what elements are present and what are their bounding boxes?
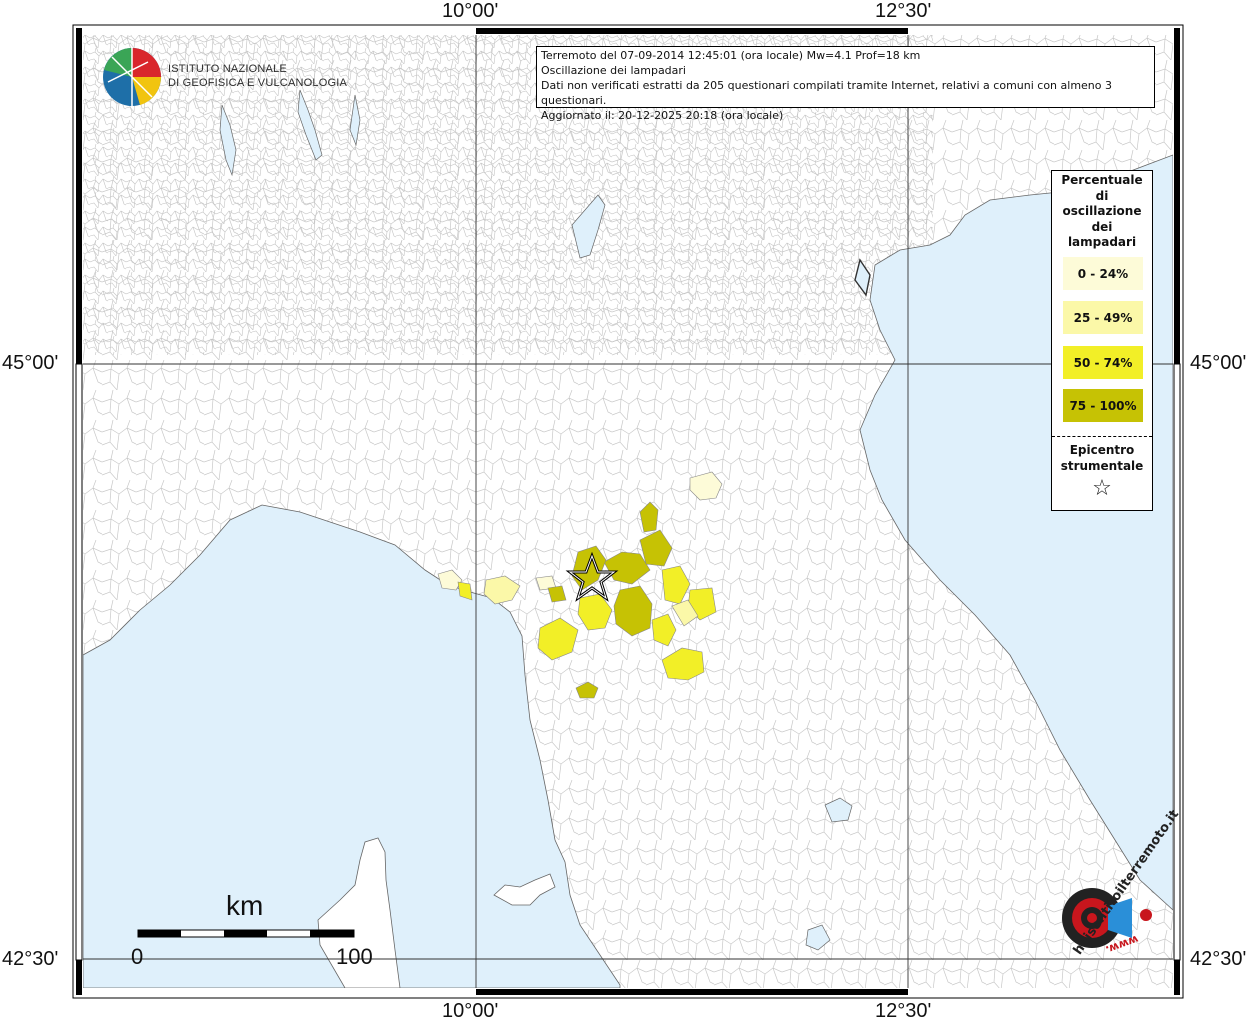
lat-label-left-lower: 42°30': [2, 948, 59, 970]
legend-epicenter-title: Epicentro strumentale: [1052, 442, 1152, 474]
legend-swatch-label: 0 - 24%: [1077, 266, 1129, 281]
legend-swatch-25-49: 25 - 49%: [1063, 301, 1143, 334]
event-info-line-1: Terremoto del 07-09-2014 12:45:01 (ora l…: [541, 49, 921, 62]
ingv-line-2: DI GEOFISICA E VULCANOLOGIA: [168, 77, 347, 89]
legend-epicenter-line: Epicentro: [1069, 443, 1135, 457]
legend-title-line: Percentuale: [1061, 173, 1143, 187]
legend-star-icon: ☆: [1092, 476, 1112, 501]
event-info-line-4: Aggiornato il: 20-12-2025 20:18 (ora loc…: [541, 109, 784, 122]
legend-swatch-0-24: 0 - 24%: [1063, 257, 1143, 290]
legend-separator: [1052, 436, 1152, 437]
scale-bar: [137, 929, 355, 938]
legend-swatch-label: 50 - 74%: [1073, 355, 1133, 370]
lat-label-right-upper: 45°00': [1190, 352, 1247, 374]
legend-swatch-50-74: 50 - 74%: [1063, 346, 1143, 379]
scale-start: 0: [131, 944, 144, 969]
map-area: [83, 35, 1173, 988]
legend-title-line: oscillazione: [1062, 204, 1142, 218]
legend-epicenter-line: strumentale: [1060, 459, 1144, 473]
legend-swatch-label: 25 - 49%: [1073, 310, 1133, 325]
legend-title: Percentuale di oscillazione dei lampadar…: [1052, 171, 1152, 251]
legend-title-line: lampadari: [1067, 235, 1137, 249]
map-canvas: [72, 24, 1184, 999]
legend-swatch-75-100: 75 - 100%: [1063, 389, 1143, 422]
scale-unit: km: [226, 890, 264, 921]
legend-title-line: di: [1095, 188, 1109, 203]
lon-label-top-left: 10°00': [442, 0, 499, 22]
ingv-logo-globe: [103, 48, 162, 106]
legend-box: Percentuale di oscillazione dei lampadar…: [1051, 170, 1153, 511]
event-info-line-3: Dati non verificati estratti da 205 ques…: [541, 79, 1113, 107]
lon-label-top-right: 12°30': [875, 0, 932, 22]
lat-label-right-lower: 42°30': [1190, 948, 1247, 970]
ingv-line-1: ISTITUTO NAZIONALE: [168, 63, 287, 75]
scale-end: 100: [336, 944, 373, 969]
lat-label-left-upper: 45°00': [2, 352, 59, 374]
lon-label-bottom-right: 12°30': [875, 1000, 932, 1022]
legend-title-line: dei: [1091, 219, 1113, 234]
legend-swatch-label: 75 - 100%: [1069, 398, 1137, 413]
ingv-institute-name: ISTITUTO NAZIONALE DI GEOFISICA E VULCAN…: [168, 62, 347, 90]
event-info-line-2: Oscillazione dei lampadari: [541, 64, 686, 77]
event-info-box: Terremoto del 07-09-2014 12:45:01 (ora l…: [536, 46, 1155, 122]
lon-label-bottom-left: 10°00': [442, 1000, 499, 1022]
